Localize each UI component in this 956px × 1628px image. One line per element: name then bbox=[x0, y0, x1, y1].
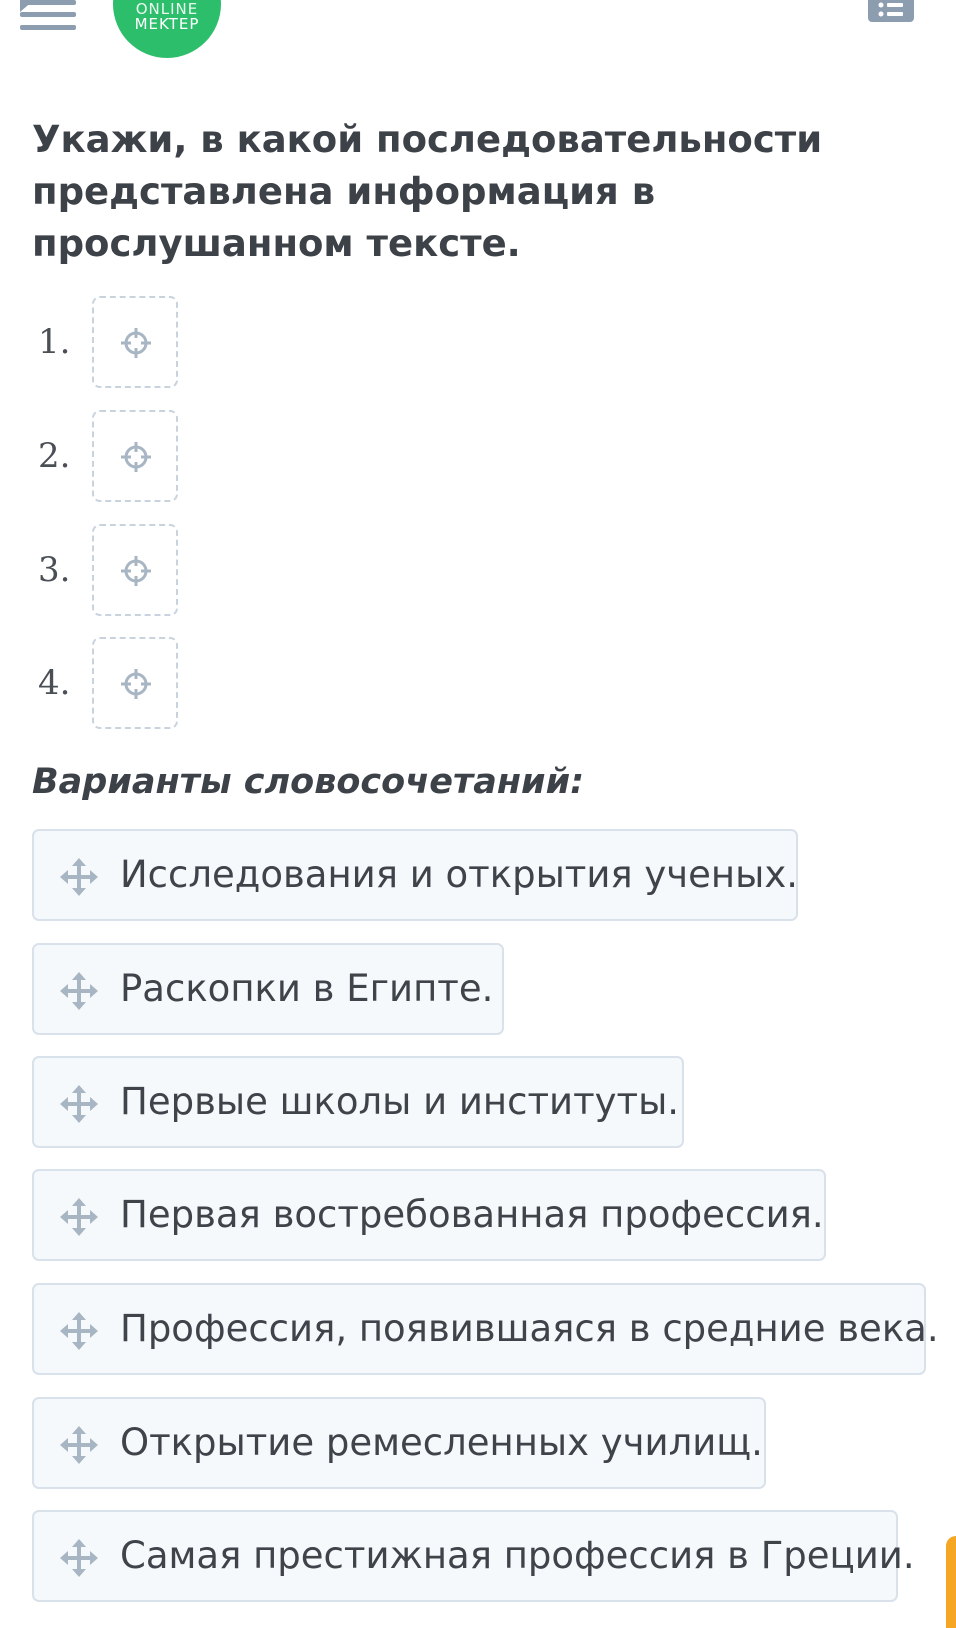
option-label: Самая престижная профессия в Греции. bbox=[120, 1534, 915, 1577]
drop-slot[interactable] bbox=[92, 296, 178, 388]
slot-number: 1. bbox=[38, 322, 71, 362]
drag-move-icon bbox=[60, 1198, 98, 1236]
variants-title: Варианты словосочетаний: bbox=[32, 762, 585, 802]
answer-slot-row: 4. bbox=[38, 637, 238, 731]
drop-slot[interactable] bbox=[92, 410, 178, 502]
logo-line-1: ONLINE bbox=[135, 0, 199, 18]
side-tab-button[interactable] bbox=[946, 1536, 956, 1628]
crosshair-icon bbox=[121, 328, 151, 358]
question-text: Укажи, в какой последовательности предст… bbox=[32, 118, 823, 265]
slot-number: 4. bbox=[38, 663, 71, 703]
answer-slot-row: 3. bbox=[38, 524, 238, 618]
slot-number: 3. bbox=[38, 550, 71, 590]
online-mektep-logo[interactable]: ONLINE MEKTEP bbox=[113, 0, 221, 58]
option-label: Раскопки в Египте. bbox=[120, 967, 494, 1010]
draggable-option[interactable]: Профессия, появившаяся в средние века. bbox=[32, 1283, 939, 1375]
option-label: Первые школы и институты. bbox=[120, 1080, 680, 1123]
option-label: Профессия, появившаяся в средние века. bbox=[120, 1307, 939, 1350]
crosshair-icon bbox=[121, 556, 151, 586]
option-label: Исследования и открытия ученых. bbox=[120, 853, 798, 896]
answer-slot-row: 1. bbox=[38, 296, 238, 390]
drag-move-icon bbox=[60, 1539, 98, 1577]
drag-move-icon bbox=[60, 972, 98, 1010]
drag-move-icon bbox=[60, 1312, 98, 1350]
crosshair-icon bbox=[121, 669, 151, 699]
draggable-option[interactable]: Раскопки в Египте. bbox=[32, 943, 504, 1035]
logo-line-2: MEKTEP bbox=[134, 15, 200, 33]
crosshair-icon bbox=[121, 442, 151, 472]
drag-move-icon bbox=[60, 1085, 98, 1123]
slot-number: 2. bbox=[38, 436, 71, 476]
draggable-option[interactable]: Первые школы и институты. bbox=[32, 1056, 684, 1148]
drag-move-icon bbox=[60, 858, 98, 896]
option-label: Первая востребованная профессия. bbox=[120, 1193, 824, 1236]
drop-slot[interactable] bbox=[92, 524, 178, 616]
menu-collapse-icon[interactable] bbox=[20, 0, 80, 34]
draggable-option[interactable]: Самая престижная профессия в Греции. bbox=[32, 1510, 915, 1602]
draggable-option[interactable]: Первая востребованная профессия. bbox=[32, 1169, 826, 1261]
draggable-option[interactable]: Исследования и открытия ученых. bbox=[32, 829, 798, 921]
option-label: Открытие ремесленных училищ. bbox=[120, 1421, 763, 1464]
drop-slot[interactable] bbox=[92, 637, 178, 729]
list-icon[interactable] bbox=[868, 0, 914, 22]
page: ONLINE MEKTEP Укажи, в какой последовате… bbox=[0, 0, 956, 1628]
answer-slot-row: 2. bbox=[38, 410, 238, 504]
draggable-option[interactable]: Открытие ремесленных училищ. bbox=[32, 1397, 766, 1489]
drag-move-icon bbox=[60, 1426, 98, 1464]
